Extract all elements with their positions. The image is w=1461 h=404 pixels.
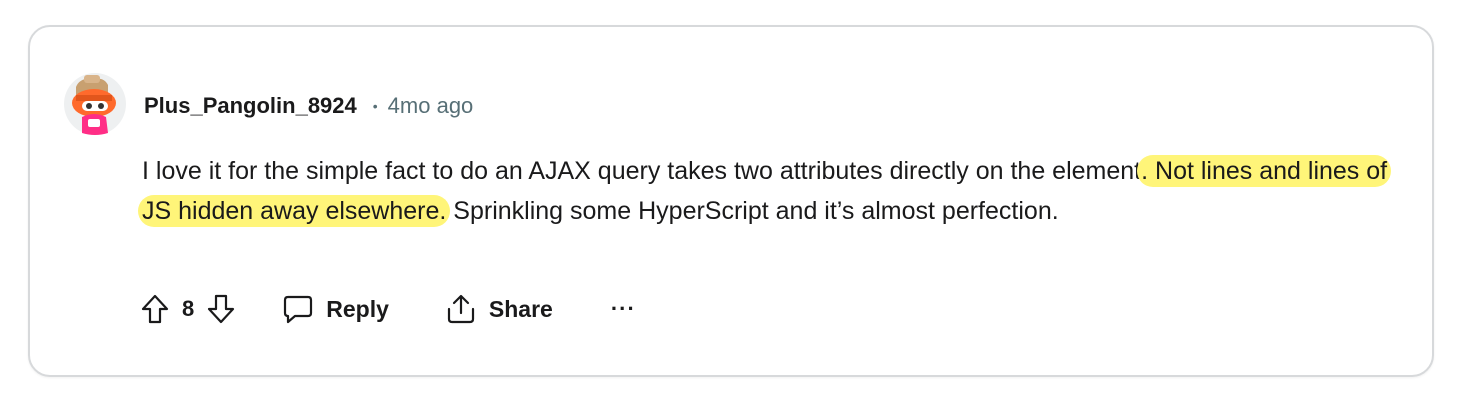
comment-text-part1: I love it for the simple fact to do an A… xyxy=(142,157,1142,185)
reply-label: Reply xyxy=(326,295,389,322)
more-options-button[interactable]: ··· xyxy=(611,296,636,322)
comment-card: Plus_Pangolin_8924 • 4mo ago I love it f… xyxy=(28,25,1434,377)
vote-count: 8 xyxy=(182,296,195,321)
arrow-down-icon xyxy=(208,294,235,324)
comment-timestamp[interactable]: 4mo ago xyxy=(388,93,474,119)
share-icon xyxy=(447,294,474,324)
avatar[interactable] xyxy=(64,73,126,135)
share-label: Share xyxy=(488,295,553,322)
reply-button[interactable]: Reply xyxy=(282,294,389,324)
arrow-up-icon xyxy=(141,294,169,324)
meta-separator: • xyxy=(372,98,378,114)
share-button[interactable]: Share xyxy=(445,293,553,325)
comment-meta: Plus_Pangolin_8924 • 4mo ago xyxy=(144,89,473,123)
speech-bubble-icon xyxy=(284,295,313,324)
snoo-avatar-icon xyxy=(64,73,126,135)
comment-body: I love it for the simple fact to do an A… xyxy=(138,151,1402,231)
upvote-button[interactable] xyxy=(140,293,170,325)
author-name[interactable]: Plus_Pangolin_8924 xyxy=(144,93,357,119)
downvote-button[interactable] xyxy=(206,293,236,325)
comment-text-part2: Sprinkling some HyperScript and it’s alm… xyxy=(446,197,1059,225)
comment-actions: 8 Reply Share ··· xyxy=(140,289,636,329)
